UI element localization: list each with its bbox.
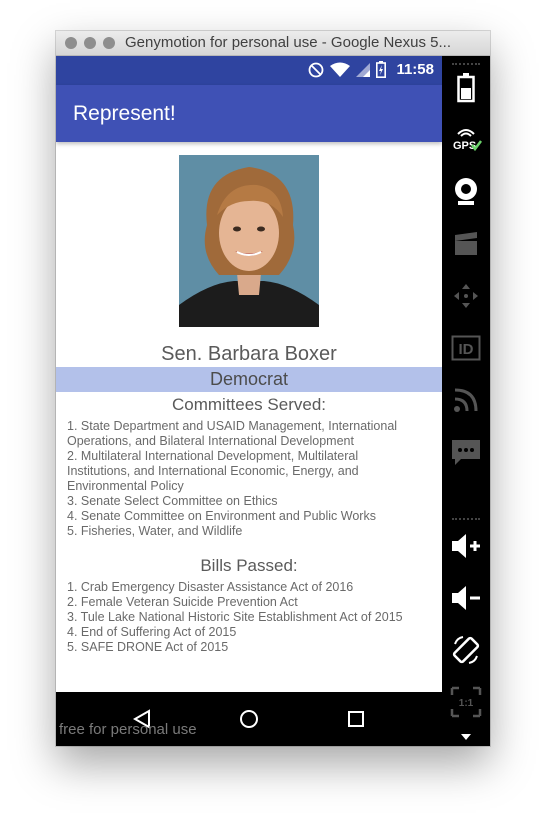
home-button[interactable] <box>239 709 259 729</box>
android-nav-bar: free for personal use <box>56 692 442 746</box>
list-item: 5. Fisheries, Water, and Wildlife <box>67 524 243 538</box>
party-label: Democrat <box>56 367 442 392</box>
committees-heading: Committees Served: <box>172 395 326 414</box>
list-item: 3. Senate Select Committee on Ethics <box>67 494 278 508</box>
senator-name: Sen. Barbara Boxer <box>161 343 337 365</box>
id-label: ID <box>459 341 474 358</box>
pixel-perfect-button[interactable]: 1:1 <box>450 686 482 718</box>
recents-button[interactable] <box>347 710 365 728</box>
network-widget-button[interactable] <box>450 384 482 416</box>
move-arrows-icon <box>454 284 478 308</box>
list-item: Operations, and Bilateral International … <box>67 434 354 448</box>
chat-bubble-icon <box>452 440 480 465</box>
bills-heading: Bills Passed: <box>200 556 298 575</box>
webcam-widget-button[interactable] <box>450 176 482 208</box>
gps-widget-button[interactable]: GPS <box>450 124 482 156</box>
device-screen: 11:58 Represent! Sen. Barbara Boxer Demo… <box>56 56 442 692</box>
window-titlebar: Genymotion for personal use - Google Nex… <box>56 31 490 56</box>
expand-more-icon[interactable] <box>461 734 471 740</box>
bills-list: 1. Crab Emergency Disaster Assistance Ac… <box>67 580 417 655</box>
volume-up-icon <box>452 534 480 558</box>
do-not-disturb-icon <box>309 62 324 77</box>
sidebar-divider <box>452 518 480 520</box>
close-window-button[interactable] <box>65 37 77 49</box>
scale-label: 1:1 <box>459 698 474 709</box>
minimize-window-button[interactable] <box>84 37 96 49</box>
list-item: Environmental Policy <box>67 479 184 493</box>
battery-charging-icon <box>376 61 387 78</box>
emulator-window: Genymotion for personal use - Google Nex… <box>56 31 490 746</box>
scale-icon: 1:1 <box>450 686 482 718</box>
window-title: Genymotion for personal use - Google Nex… <box>125 34 452 51</box>
maximize-window-button[interactable] <box>103 37 115 49</box>
webcam-icon <box>455 178 477 205</box>
volume-up-button[interactable] <box>450 530 482 562</box>
list-item: 5. SAFE DRONE Act of 2015 <box>67 640 229 654</box>
id-icon: ID <box>451 335 481 361</box>
sidebar-divider <box>452 63 480 65</box>
remote-control-widget-button[interactable] <box>450 280 482 312</box>
identifiers-widget-button[interactable]: ID <box>450 332 482 364</box>
screencast-widget-button[interactable] <box>450 228 482 260</box>
list-item: 3. Tule Lake National Historic Site Esta… <box>67 610 403 624</box>
list-item: 4. End of Suffering Act of 2015 <box>67 625 237 639</box>
app-bar: Represent! <box>56 85 442 142</box>
rotate-icon <box>452 636 480 664</box>
volume-down-icon <box>452 586 480 610</box>
list-item: 2. Multilateral International Developmen… <box>67 449 359 463</box>
battery-widget-button[interactable] <box>450 72 482 104</box>
sms-widget-button[interactable] <box>450 436 482 468</box>
app-title: Represent! <box>73 102 176 125</box>
list-item: 1. Crab Emergency Disaster Assistance Ac… <box>67 580 354 594</box>
wifi-icon <box>330 62 351 77</box>
clapperboard-icon <box>455 232 477 255</box>
gps-icon: GPS <box>453 129 482 152</box>
list-item: Institutions, and International Economic… <box>67 464 359 478</box>
committees-list: 1. State Department and USAID Management… <box>67 419 417 539</box>
battery-icon <box>457 73 475 103</box>
list-item: 1. State Department and USAID Management… <box>67 419 398 433</box>
rss-icon <box>454 388 478 412</box>
senator-photo <box>179 155 319 327</box>
rotate-button[interactable] <box>450 634 482 666</box>
cell-signal-icon <box>356 62 371 77</box>
android-status-bar: 11:58 <box>56 56 442 85</box>
watermark-text: free for personal use <box>59 721 197 738</box>
volume-down-button[interactable] <box>450 582 482 614</box>
list-item: 2. Female Veteran Suicide Prevention Act <box>67 595 298 609</box>
emulator-sidebar: GPS ID 1:1 <box>442 56 490 746</box>
list-item: 4. Senate Committee on Environment and P… <box>67 509 376 523</box>
status-time: 11:58 <box>396 61 434 78</box>
